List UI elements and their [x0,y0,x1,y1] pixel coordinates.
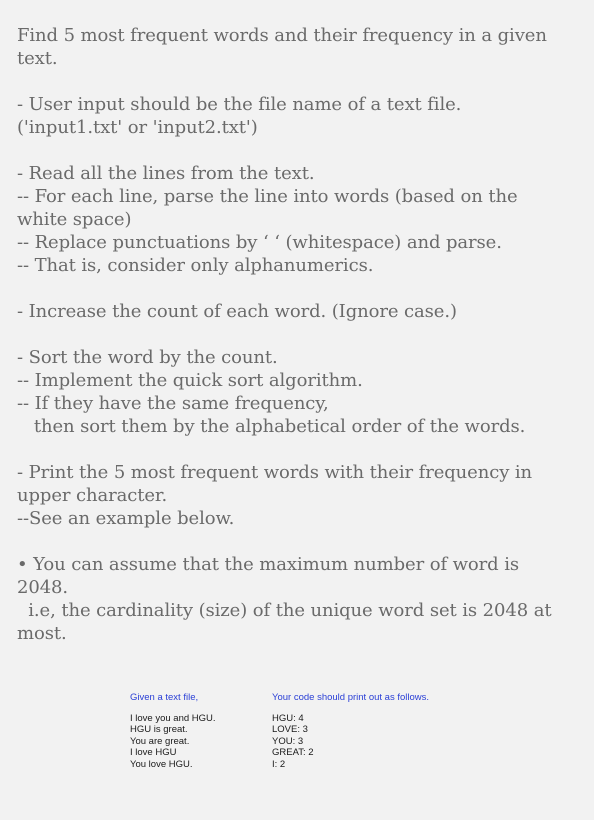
text-line: ('input1.txt' or 'input2.txt') [17,117,258,138]
example-output-line: YOU: 3 [272,735,304,747]
text-line: - Print the 5 most frequent words with t… [17,462,533,483]
text-line: - User input should be the file name of … [17,94,462,115]
example-output-line: GREAT: 2 [272,747,314,758]
text-line: i.e, the cardinality (size) of the uniqu… [17,600,552,621]
example-output-heading: Your code should print out as follows. [272,692,430,703]
assignment-text: Find 5 most frequent words and their fre… [17,24,577,645]
example-input-heading: Given a text file, [130,692,199,703]
example-input-column: Given a text file, I love you and HGU. H… [130,692,216,770]
text-line: - Sort the word by the count. [17,347,278,368]
example-output-column: Your code should print out as follows. H… [272,692,429,770]
paragraph-assumption: • You can assume that the maximum number… [17,553,577,645]
text-line: - Increase the count of each word. (Igno… [17,301,457,322]
paragraph-task: Find 5 most frequent words and their fre… [17,24,577,70]
text-line: -- If they have the same frequency, [17,393,329,414]
text-line: --See an example below. [17,508,235,529]
example-input-line: I love you and HGU. [130,712,216,724]
text-line: -- For each line, parse the line into wo… [17,186,518,207]
text-line: white space) [17,209,132,230]
text-line: 2048. [17,577,69,598]
text-line: -- Implement the quick sort algorithm. [17,370,363,391]
paragraph-print: - Print the 5 most frequent words with t… [17,461,577,530]
text-line: • You can assume that the maximum number… [17,554,520,575]
text-line: - Read all the lines from the text. [17,163,315,184]
paragraph-count: - Increase the count of each word. (Igno… [17,300,577,323]
text-line: most. [17,623,67,644]
paragraph-read-lines: - Read all the lines from the text. -- F… [17,162,577,277]
example-output-line: I: 2 [272,758,286,770]
text-line: -- That is, consider only alphanumerics. [17,255,374,276]
paragraph-sort: - Sort the word by the count. -- Impleme… [17,346,577,438]
text-line: then sort them by the alphabetical order… [17,416,526,437]
example-input-line: I love HGU [130,747,177,758]
example-box: Given a text file, I love you and HGU. H… [130,692,460,782]
text-line: text. [17,48,58,69]
paragraph-input: - User input should be the file name of … [17,93,577,139]
text-line: -- Replace punctuations by ‘ ‘ (whitespa… [17,232,502,253]
example-input-line: HGU is great. [130,724,188,735]
example-input-line: You love HGU. [130,758,193,770]
text-line: Find 5 most frequent words and their fre… [17,25,547,46]
example-output-line: HGU: 4 [272,712,304,724]
text-line: upper character. [17,485,168,506]
example-output-line: LOVE: 3 [272,724,308,735]
example-input-line: You are great. [130,735,190,747]
